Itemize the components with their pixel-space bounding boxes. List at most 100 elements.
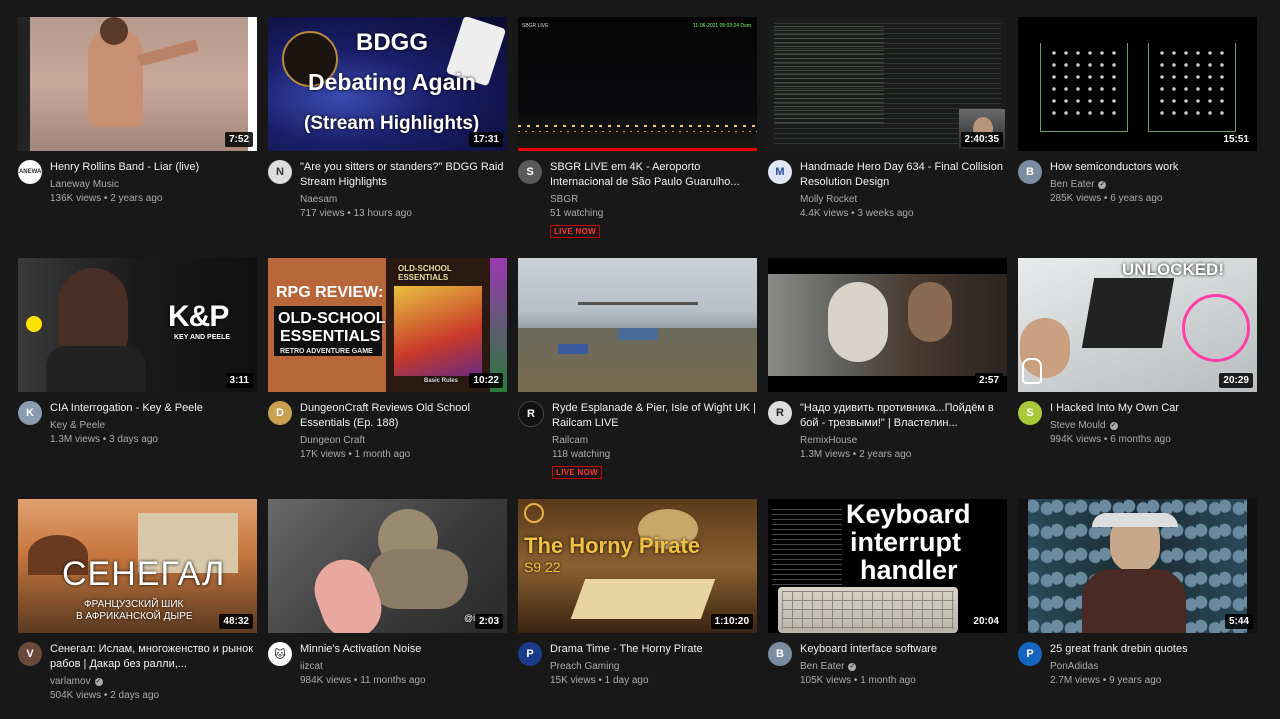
channel-name[interactable]: Railcam xyxy=(552,434,588,448)
video-duration: 7:52 xyxy=(224,132,253,147)
video-thumbnail[interactable]: RPG REVIEW: OLD-SCHOOL ESSENTIALS RETRO … xyxy=(268,258,507,392)
video-thumbnail[interactable]: 7:52 xyxy=(18,17,257,151)
comedy-central-icon xyxy=(26,316,42,332)
channel-name[interactable]: RemixHouse xyxy=(800,434,857,448)
video-card[interactable]: R Ryde Esplanade & Pier, Isle of Wight U… xyxy=(518,258,757,499)
video-duration: 3:11 xyxy=(225,373,253,388)
video-stats: 105K views • 1 month ago xyxy=(800,675,916,686)
video-card[interactable]: SBGR LIVE 11-06-2021 05:03:24 Dom S SBGR… xyxy=(518,17,757,258)
channel-avatar[interactable]: 🐱 xyxy=(268,642,292,666)
video-thumbnail[interactable]: BDGG Debating Again (Stream Highlights) … xyxy=(268,17,507,151)
channel-name[interactable]: Ben Eater xyxy=(800,660,844,674)
channel-avatar[interactable]: R xyxy=(518,401,544,427)
video-thumbnail[interactable]: 2:57 xyxy=(768,258,1007,392)
video-card[interactable]: The Horny Pirate S9 22 1:10:20 P Drama T… xyxy=(518,499,757,719)
channel-name[interactable]: Naesam xyxy=(300,193,337,207)
video-title[interactable]: I Hacked Into My Own Car xyxy=(1050,401,1257,416)
video-thumbnail[interactable]: UNLOCKED! 20:29 xyxy=(1018,258,1257,392)
video-card[interactable]: Keyboard interrupt handler 20:04 B Keybo… xyxy=(768,499,1007,719)
video-title[interactable]: Henry Rollins Band - Liar (live) xyxy=(50,160,257,175)
verified-icon: ✓ xyxy=(848,663,857,671)
channel-avatar[interactable]: S xyxy=(1018,401,1042,425)
video-stats: 1.3M views • 2 years ago xyxy=(800,449,912,460)
channel-name[interactable]: varlamov xyxy=(50,675,91,689)
channel-avatar[interactable]: LANEWAY xyxy=(18,160,42,184)
video-stats: 984K views • 11 months ago xyxy=(300,675,426,686)
video-thumbnail[interactable]: СЕНЕГАЛ ФРАНЦУЗСКИЙ ШИК В АФРИКАНСКОЙ ДЫ… xyxy=(18,499,257,633)
channel-avatar[interactable]: R xyxy=(768,401,792,425)
video-card[interactable]: @iizcat 2:03 🐱 Minnie's Activation Noise… xyxy=(268,499,507,719)
video-title[interactable]: Handmade Hero Day 634 - Final Collision … xyxy=(800,160,1007,190)
video-title[interactable]: CIA Interrogation - Key & Peele xyxy=(50,401,257,416)
channel-name[interactable]: Ben Eater xyxy=(1050,178,1094,192)
video-card[interactable]: СЕНЕГАЛ ФРАНЦУЗСКИЙ ШИК В АФРИКАНСКОЙ ДЫ… xyxy=(18,499,257,719)
channel-avatar[interactable]: N xyxy=(268,160,292,184)
channel-avatar[interactable]: S xyxy=(518,160,542,184)
channel-name[interactable]: Preach Gaming xyxy=(550,660,619,674)
video-title[interactable]: Keyboard interface software xyxy=(800,642,1007,657)
channel-name[interactable]: Key & Peele xyxy=(50,419,105,433)
channel-name[interactable]: Dungeon Craft xyxy=(300,434,365,448)
video-card[interactable]: 5:44 P 25 great frank drebin quotes PonA… xyxy=(1018,499,1257,719)
video-thumbnail[interactable]: 5:44 xyxy=(1018,499,1257,633)
channel-name[interactable]: Molly Rocket xyxy=(800,193,857,207)
video-title[interactable]: How semiconductors work xyxy=(1050,160,1257,175)
channel-name[interactable]: Steve Mould xyxy=(1050,419,1106,433)
video-card[interactable]: 2:57 R "Надо удивить противника...Пойдём… xyxy=(768,258,1007,499)
video-thumbnail[interactable]: 15:51 xyxy=(1018,17,1257,151)
thumb-text: ESSENTIALS xyxy=(280,328,381,345)
video-thumbnail[interactable]: Keyboard interrupt handler 20:04 xyxy=(768,499,1007,633)
video-duration: 15:51 xyxy=(1219,132,1253,147)
video-title[interactable]: 25 great frank drebin quotes xyxy=(1050,642,1257,657)
video-card[interactable]: K&P KEY AND PEELE 3:11 K CIA Interrogati… xyxy=(18,258,257,499)
channel-name[interactable]: SBGR xyxy=(550,193,578,207)
video-thumbnail[interactable]: K&P KEY AND PEELE 3:11 xyxy=(18,258,257,392)
video-stats: 4.4K views • 3 weeks ago xyxy=(800,208,914,219)
verified-icon: ✓ xyxy=(1109,422,1118,430)
channel-avatar[interactable]: K xyxy=(18,401,42,425)
channel-avatar[interactable]: B xyxy=(1018,160,1042,184)
channel-avatar[interactable]: P xyxy=(518,642,542,666)
video-card[interactable]: 2:40:35 M Handmade Hero Day 634 - Final … xyxy=(768,17,1007,258)
thumb-text: OLD-SCHOOL ESSENTIALS xyxy=(398,264,452,282)
video-card[interactable]: UNLOCKED! 20:29 S I Hacked Into My Own C… xyxy=(1018,258,1257,499)
video-title[interactable]: Minnie's Activation Noise xyxy=(300,642,507,657)
video-title[interactable]: "Are you sitters or standers?" BDGG Raid… xyxy=(300,160,507,190)
video-grid: 7:52 LANEWAY Henry Rollins Band - Liar (… xyxy=(18,17,1257,719)
video-stats: 1.3M views • 3 days ago xyxy=(50,434,158,445)
channel-avatar[interactable]: D xyxy=(268,401,292,425)
video-title[interactable]: Сенегал: Ислам, многоженство и рынок раб… xyxy=(50,642,257,672)
video-thumbnail[interactable]: @iizcat 2:03 xyxy=(268,499,507,633)
thumb-text: RETRO ADVENTURE GAME xyxy=(280,348,373,355)
channel-name[interactable]: PonAdidas xyxy=(1050,660,1098,674)
thumb-text: BDGG xyxy=(356,29,428,56)
thumb-text: ФРАНЦУЗСКИЙ ШИК xyxy=(84,599,184,610)
thumb-text: СЕНЕГАЛ xyxy=(62,555,226,593)
channel-avatar[interactable]: V xyxy=(18,642,42,666)
channel-avatar[interactable]: P xyxy=(1018,642,1042,666)
video-card[interactable]: BDGG Debating Again (Stream Highlights) … xyxy=(268,17,507,258)
video-thumbnail[interactable] xyxy=(518,258,757,392)
channel-avatar[interactable]: B xyxy=(768,642,792,666)
video-stats: 15K views • 1 day ago xyxy=(550,675,649,686)
video-thumbnail[interactable]: 2:40:35 xyxy=(768,17,1007,151)
video-card[interactable]: RPG REVIEW: OLD-SCHOOL ESSENTIALS RETRO … xyxy=(268,258,507,499)
video-card[interactable]: 15:51 B How semiconductors work Ben Eate… xyxy=(1018,17,1257,258)
video-title[interactable]: "Надо удивить противника...Пойдём в бой … xyxy=(800,401,1007,431)
video-stats: 136K views • 2 years ago xyxy=(50,193,163,204)
video-thumbnail[interactable]: The Horny Pirate S9 22 1:10:20 xyxy=(518,499,757,633)
channel-name[interactable]: iizcat xyxy=(300,660,323,674)
video-duration: 20:29 xyxy=(1219,373,1253,388)
video-title[interactable]: Drama Time - The Horny Pirate xyxy=(550,642,757,657)
live-progress-bar xyxy=(518,148,757,151)
preach-logo-icon xyxy=(524,503,544,523)
video-title[interactable]: Ryde Esplanade & Pier, Isle of Wight UK … xyxy=(552,401,757,431)
thumb-text: handler xyxy=(860,555,958,585)
bulb-icon xyxy=(1022,358,1042,384)
video-card[interactable]: 7:52 LANEWAY Henry Rollins Band - Liar (… xyxy=(18,17,257,258)
video-title[interactable]: SBGR LIVE em 4K - Aeroporto Internaciona… xyxy=(550,160,757,190)
channel-avatar[interactable]: M xyxy=(768,160,792,184)
channel-name[interactable]: Laneway Music xyxy=(50,178,119,192)
video-title[interactable]: DungeonCraft Reviews Old School Essentia… xyxy=(300,401,507,431)
video-thumbnail[interactable]: SBGR LIVE 11-06-2021 05:03:24 Dom xyxy=(518,17,757,151)
